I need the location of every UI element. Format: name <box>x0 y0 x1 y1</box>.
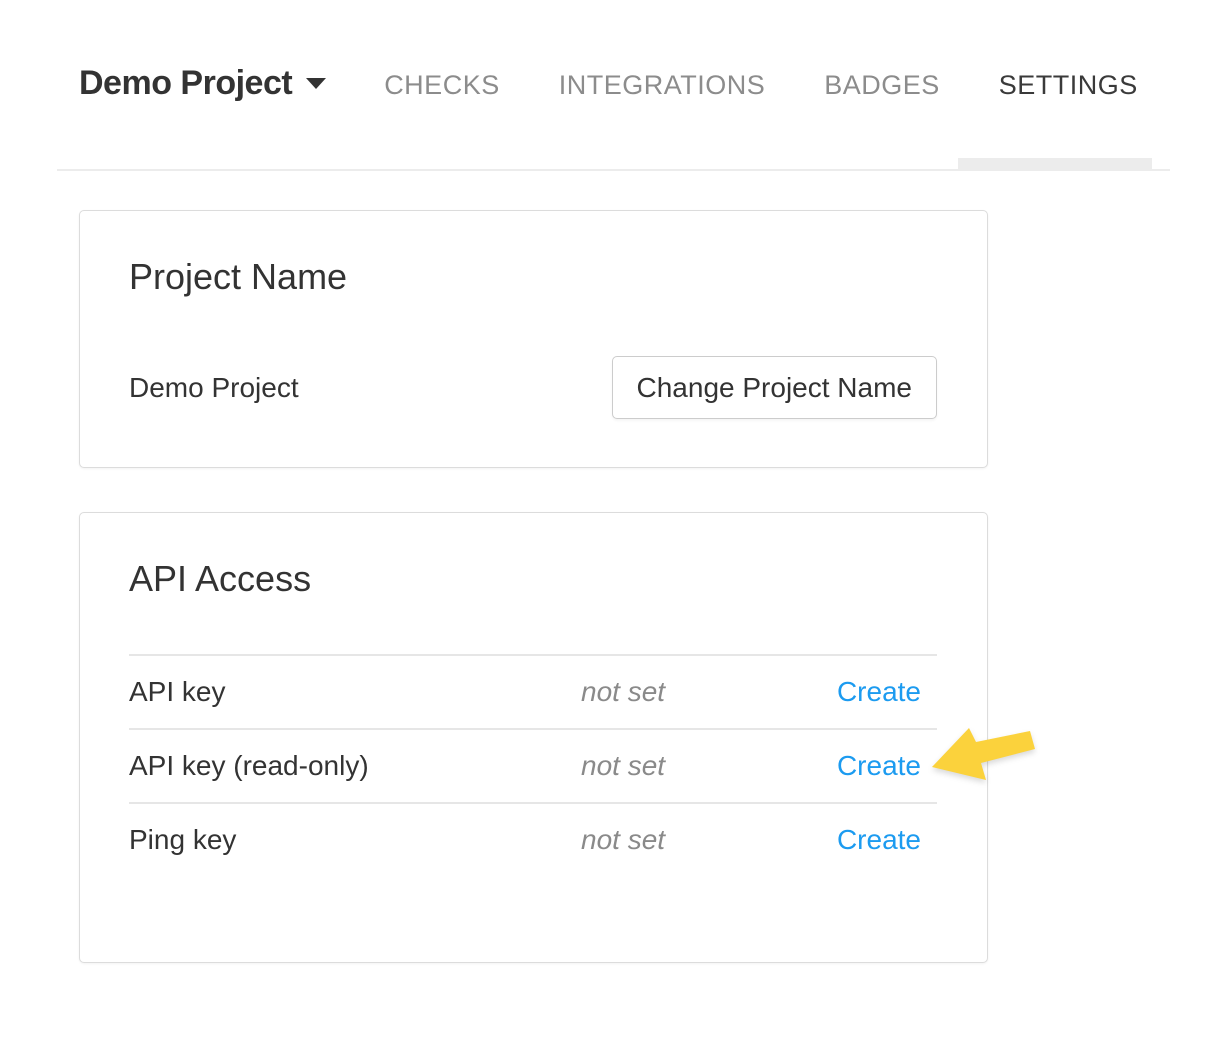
project-title: Demo Project <box>79 64 292 103</box>
project-name-card-title: Project Name <box>129 257 937 297</box>
tab-checks[interactable]: CHECKS <box>384 70 500 101</box>
ping-key-label: Ping key <box>129 824 581 856</box>
api-key-label: API key <box>129 676 581 708</box>
api-key-row: API key not set Create <box>129 654 937 728</box>
api-key-readonly-label: API key (read-only) <box>129 750 581 782</box>
create-ping-key-link[interactable]: Create <box>837 824 921 855</box>
main-nav: CHECKS INTEGRATIONS BADGES SETTINGS <box>384 70 1138 101</box>
change-project-name-button[interactable]: Change Project Name <box>612 356 937 419</box>
project-settings-page: Demo Project CHECKS INTEGRATIONS BADGES … <box>0 0 1220 1059</box>
api-access-card: API Access API key not set Create API ke… <box>79 512 988 963</box>
top-nav: Demo Project CHECKS INTEGRATIONS BADGES … <box>79 64 1138 103</box>
api-keys-table: API key not set Create API key (read-onl… <box>129 654 937 876</box>
ping-key-value: not set <box>581 824 781 856</box>
chevron-down-icon <box>306 78 326 89</box>
highlight-arrow-icon <box>931 726 1037 782</box>
create-api-key-readonly-link[interactable]: Create <box>837 750 921 781</box>
create-api-key-link[interactable]: Create <box>837 676 921 707</box>
project-name-card: Project Name Demo Project Change Project… <box>79 210 988 468</box>
tab-badges[interactable]: BADGES <box>824 70 940 101</box>
header-divider <box>57 169 1170 171</box>
api-key-readonly-value: not set <box>581 750 781 782</box>
project-name-row: Demo Project Change Project Name <box>129 356 937 419</box>
api-access-card-title: API Access <box>129 559 937 599</box>
ping-key-row: Ping key not set Create <box>129 802 937 876</box>
project-switcher[interactable]: Demo Project <box>79 64 326 103</box>
tab-integrations[interactable]: INTEGRATIONS <box>559 70 766 101</box>
tab-settings[interactable]: SETTINGS <box>999 70 1138 101</box>
api-key-value: not set <box>581 676 781 708</box>
api-key-readonly-row: API key (read-only) not set Create <box>129 728 937 802</box>
current-project-name: Demo Project <box>129 372 299 404</box>
